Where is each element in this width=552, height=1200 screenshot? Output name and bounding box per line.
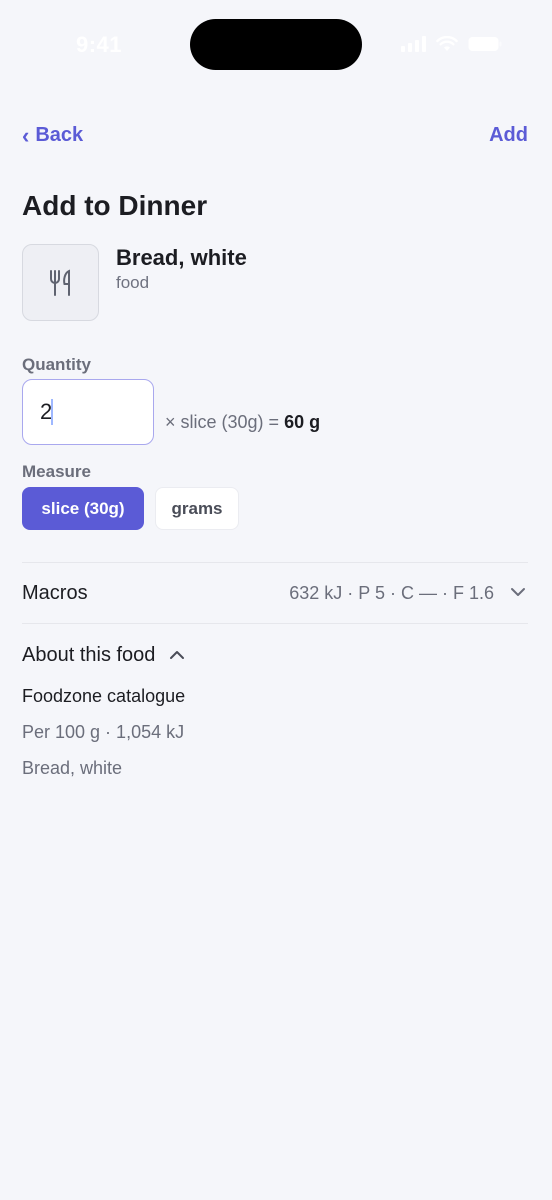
divider [22, 623, 528, 624]
chevron-up-icon [170, 651, 185, 659]
measure-option-slice[interactable]: slice (30g) [22, 487, 144, 530]
navigation-bar: ‹ Back Add [0, 122, 552, 154]
macros-summary: 632 kJ · P 5 · C — · F 1.6 [289, 583, 494, 603]
quantity-calculation: × slice (30g) = 60 g [165, 412, 320, 433]
about-per-serving: Per 100 g · 1,054 kJ [22, 722, 185, 742]
food-name: Bread, white [116, 245, 247, 270]
food-kind: food [116, 273, 150, 292]
quantity-label: Quantity [22, 355, 91, 374]
about-source: Foodzone catalogue [22, 686, 186, 706]
status-icons [401, 36, 502, 52]
chevron-down-icon [511, 588, 525, 596]
macros-row[interactable]: Macros 632 kJ · P 5 · C — · F 1.6 [0, 563, 552, 623]
back-button[interactable]: ‹ Back [22, 124, 83, 147]
cellular-signal-icon [401, 36, 426, 52]
chevron-left-icon: ‹ [22, 122, 30, 148]
food-thumbnail [22, 244, 99, 321]
status-bar: 9:41 [0, 0, 552, 92]
about-label: About this food [22, 643, 156, 666]
measure-label: Measure [22, 462, 91, 481]
measure-option-grams[interactable]: grams [155, 487, 239, 530]
quantity-input[interactable] [22, 379, 154, 445]
page-title: Add to Dinner [22, 190, 208, 221]
about-toggle[interactable]: About this food [22, 640, 185, 670]
about-description: Bread, white [22, 758, 123, 778]
wifi-icon [436, 36, 458, 52]
quantity-multiplier: × slice (30g) = [165, 412, 280, 432]
battery-icon [468, 36, 502, 52]
status-time: 9:41 [76, 32, 123, 57]
fork-knife-icon [49, 268, 70, 296]
add-button[interactable]: Add [489, 124, 528, 147]
dynamic-island [190, 19, 362, 70]
screen: 9:41 ‹ Back Add Add to Dinner Bread, whi… [0, 0, 552, 1200]
text-caret [51, 399, 53, 425]
macros-label: Macros [22, 582, 88, 604]
quantity-total: 60 g [284, 412, 321, 432]
back-label: Back [35, 124, 84, 146]
